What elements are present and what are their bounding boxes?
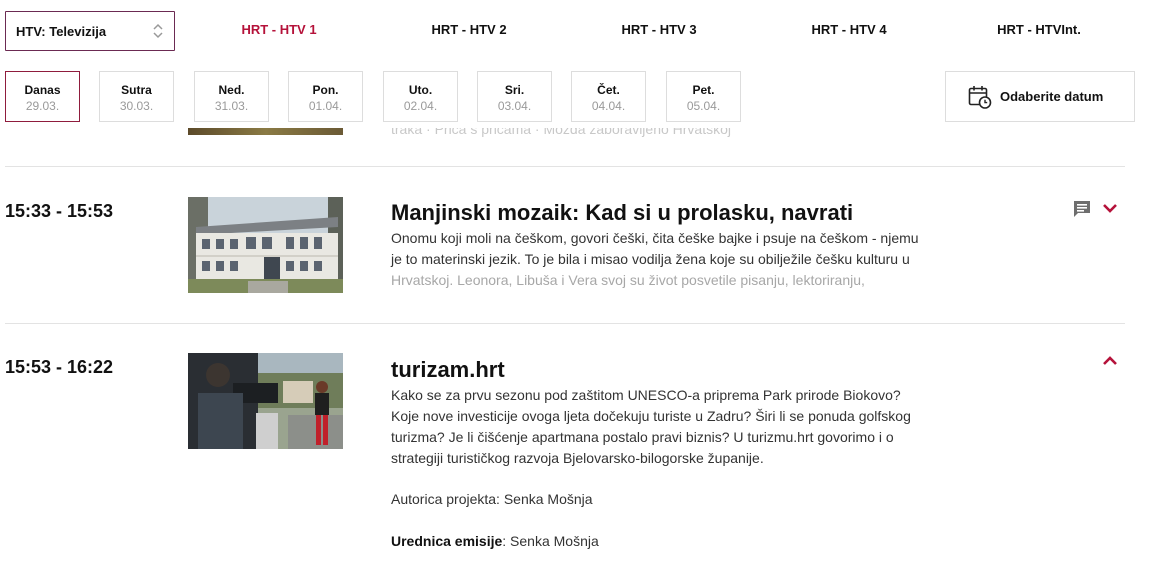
day-name: Uto. <box>408 83 433 97</box>
pick-date-button[interactable]: Odaberite datum <box>945 71 1135 122</box>
channel-tab-htv1[interactable]: HRT - HTV 1 <box>229 22 329 37</box>
platform-select[interactable]: HTV: Televizija <box>5 11 175 51</box>
day-name: Čet. <box>597 83 620 97</box>
day-tab-sutra[interactable]: Sutra 30.03. <box>99 71 174 122</box>
program-title[interactable]: turizam.hrt <box>391 357 505 383</box>
day-date: 29.03. <box>25 99 60 113</box>
program-thumbnail[interactable] <box>188 197 343 293</box>
program-thumbnail[interactable] <box>188 353 343 449</box>
previous-program-text: traka · Priča s pričama · Možda zaboravl… <box>391 128 732 137</box>
day-tab-ned[interactable]: Ned. 31.03. <box>194 71 269 122</box>
day-name: Sutra <box>121 83 152 97</box>
day-date: 04.04. <box>591 99 626 113</box>
comment-icon[interactable] <box>1072 200 1092 218</box>
schedule-list: traka · Priča s pričama · Možda zaboravl… <box>0 128 1162 574</box>
description-line: je to materinski jezik. To je bila i mis… <box>391 251 910 267</box>
pick-date-label: Odaberite datum <box>1000 89 1104 104</box>
select-arrows-icon <box>153 23 163 39</box>
calendar-clock-icon <box>968 85 992 109</box>
day-tab-cet[interactable]: Čet. 04.04. <box>571 71 646 122</box>
day-name: Ned. <box>218 83 245 97</box>
editor-label: Urednica emisije <box>391 533 503 549</box>
description-line: Koje nove investicije ovoga ljeta dočeku… <box>391 408 911 424</box>
tv-crew-image <box>188 353 343 449</box>
channel-tab-htv3[interactable]: HRT - HTV 3 <box>609 22 709 37</box>
channel-tab-htv2[interactable]: HRT - HTV 2 <box>419 22 519 37</box>
program-author: Autorica projekta: Senka Mošnja <box>391 491 593 507</box>
program-title[interactable]: Manjinski mozaik: Kad si u prolasku, nav… <box>391 200 853 226</box>
description-line: strategiji turističkog razvoja Bjelovars… <box>391 450 764 466</box>
chevron-up-icon[interactable] <box>1101 354 1119 368</box>
description-line: Kako se za prvu sezonu pod zaštitom UNES… <box>391 387 901 403</box>
editor-name: : Senka Mošnja <box>502 533 599 549</box>
day-date: 30.03. <box>119 99 154 113</box>
day-tab-danas[interactable]: Danas 29.03. <box>5 71 80 122</box>
divider <box>5 323 1125 324</box>
day-tab-uto[interactable]: Uto. 02.04. <box>383 71 458 122</box>
day-date: 02.04. <box>403 99 438 113</box>
day-name: Pon. <box>312 83 339 97</box>
program-description: Onomu koji moli na češkom, govori češki,… <box>391 228 951 291</box>
day-date: 05.04. <box>686 99 721 113</box>
day-tab-pon[interactable]: Pon. 01.04. <box>288 71 363 122</box>
previous-program-thumbnail <box>188 128 343 135</box>
platform-select-value: HTV: Televizija <box>16 23 107 39</box>
day-name: Pet. <box>692 83 715 97</box>
channel-tab-htv4[interactable]: HRT - HTV 4 <box>799 22 899 37</box>
description-line: turizma? Je li čišćenje apartmana postal… <box>391 429 894 445</box>
description-line: Onomu koji moli na češkom, govori češki,… <box>391 230 919 246</box>
building-image <box>188 197 343 293</box>
day-name: Danas <box>24 83 61 97</box>
program-time: 15:33 - 15:53 <box>5 201 114 221</box>
channel-bar: HTV: Televizija HRT - HTV 1 HRT - HTV 2 … <box>0 0 1162 62</box>
program-description: Kako se za prvu sezonu pod zaštitom UNES… <box>391 385 951 469</box>
day-tab-pet[interactable]: Pet. 05.04. <box>666 71 741 122</box>
day-date: 31.03. <box>214 99 249 113</box>
chevron-down-icon[interactable] <box>1101 202 1119 216</box>
channel-tab-htvint[interactable]: HRT - HTVInt. <box>984 22 1094 37</box>
program-time: 15:53 - 16:22 <box>5 357 114 377</box>
description-line: Hrvatskoj. Leonora, Libuša i Vera svoj s… <box>391 272 865 288</box>
day-tab-sri[interactable]: Sri. 03.04. <box>477 71 552 122</box>
day-date: 03.04. <box>497 99 532 113</box>
divider <box>5 166 1125 167</box>
program-editor: Urednica emisije: Senka Mošnja <box>391 533 599 549</box>
day-name: Sri. <box>504 83 525 97</box>
day-date: 01.04. <box>308 99 343 113</box>
